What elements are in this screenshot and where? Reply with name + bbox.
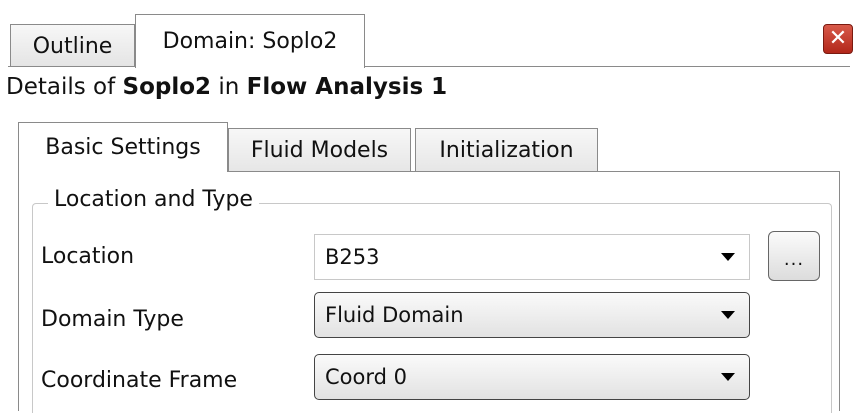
tab-basic-settings-label: Basic Settings [45, 135, 201, 160]
tab-domain-label: Domain: Soplo2 [162, 29, 338, 54]
tab-basic-settings[interactable]: Basic Settings [18, 122, 228, 172]
details-prefix: Details of [6, 74, 123, 100]
chevron-down-icon[interactable] [721, 373, 735, 381]
coordinate-frame-select[interactable]: Coord 0 [314, 354, 750, 400]
details-object-name: Soplo2 [122, 74, 212, 100]
tab-initialization-label: Initialization [439, 138, 574, 163]
details-analysis-name: Flow Analysis 1 [246, 74, 448, 100]
tab-initialization[interactable]: Initialization [415, 128, 598, 172]
chevron-down-icon[interactable] [721, 253, 735, 261]
domain-type-value: Fluid Domain [325, 303, 464, 327]
tab-fluid-models-label: Fluid Models [250, 138, 389, 163]
group-title: Location and Type [48, 187, 259, 212]
tab-fluid-models[interactable]: Fluid Models [228, 128, 411, 172]
close-icon[interactable]: ✕ [823, 24, 853, 54]
location-value: B253 [325, 245, 380, 269]
tab-outline[interactable]: Outline [10, 24, 135, 67]
location-combobox[interactable]: B253 [314, 234, 750, 280]
tab-domain-soplo2[interactable]: Domain: Soplo2 [135, 14, 365, 68]
details-caption: Details of Soplo2 in Flow Analysis 1 [6, 74, 447, 100]
location-browse-button[interactable]: ... [768, 231, 820, 281]
details-middle: in [211, 74, 247, 100]
coordinate-frame-label: Coordinate Frame [41, 368, 238, 393]
domain-type-select[interactable]: Fluid Domain [314, 292, 750, 338]
settings-tab-strip: Basic Settings Fluid Models Initializati… [0, 116, 858, 172]
domain-type-label: Domain Type [41, 307, 184, 332]
location-label: Location [41, 244, 135, 269]
browse-button-label: ... [783, 249, 805, 270]
coordinate-frame-value: Coord 0 [325, 365, 407, 389]
top-tab-strip: Outline Domain: Soplo2 ✕ [0, 0, 858, 68]
chevron-down-icon[interactable] [721, 311, 735, 319]
tab-outline-label: Outline [32, 33, 113, 59]
